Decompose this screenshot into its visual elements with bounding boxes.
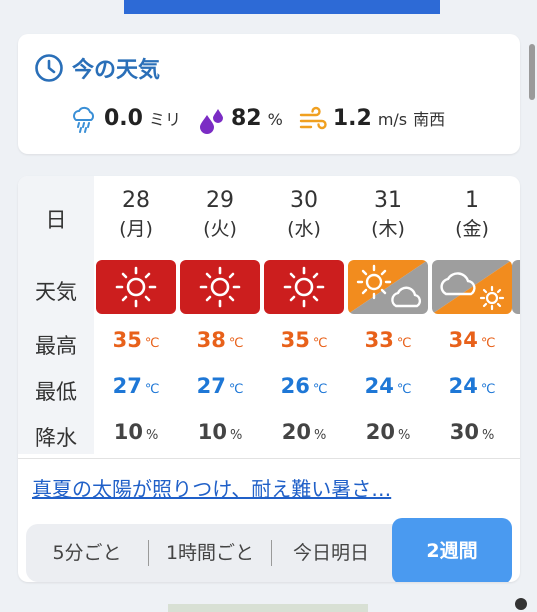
label-date: 日 bbox=[45, 208, 67, 232]
current-weather-stats: 0.0 ミリ 82 % 1.2 m/s 南西 bbox=[70, 106, 445, 134]
page-indicator-dot bbox=[515, 598, 527, 610]
day-date: 31 bbox=[374, 188, 402, 213]
sunny-icon bbox=[96, 260, 176, 314]
day-of-week: (金) bbox=[455, 218, 489, 240]
day-of-week: (水) bbox=[287, 218, 321, 240]
precip-chance: 10% bbox=[197, 420, 243, 444]
sunny-icon bbox=[180, 260, 260, 314]
precip-chance: 10% bbox=[113, 420, 159, 444]
high-temp: 35 ℃ bbox=[280, 328, 328, 352]
row-labels: 日 天気 最高 最低 降水 bbox=[18, 176, 94, 454]
scrollbar[interactable] bbox=[529, 44, 535, 100]
label-precip: 降水 bbox=[35, 426, 77, 450]
wind-direction: 南西 bbox=[413, 110, 446, 129]
day-of-week: (月) bbox=[119, 218, 153, 240]
tab-2weeks[interactable]: 2週間 bbox=[392, 518, 512, 582]
wind-icon bbox=[299, 106, 327, 130]
tab-hourly[interactable]: 1時間ごと bbox=[149, 524, 271, 582]
next-day-partial-icon bbox=[512, 260, 520, 314]
day-date: 28 bbox=[122, 188, 150, 213]
forecast-day[interactable]: 31 (木) 33 ℃ 24 ℃ 20% bbox=[346, 176, 430, 454]
humidity-unit: % bbox=[267, 110, 283, 129]
precip-chance: 30% bbox=[449, 420, 495, 444]
sunny-cloudy-icon bbox=[348, 260, 428, 314]
low-temp: 24 ℃ bbox=[364, 374, 412, 398]
cloudy-sunny-icon bbox=[432, 260, 512, 314]
weekly-forecast-card: 日 天気 最高 最低 降水 28 (月) 35 ℃ 27 ℃ 10% 29 (火… bbox=[18, 176, 520, 582]
current-weather-header: 今の天気 bbox=[34, 52, 160, 84]
forecast-day[interactable]: 28 (月) 35 ℃ 27 ℃ 10% bbox=[94, 176, 178, 454]
day-date: 1 bbox=[465, 188, 479, 213]
current-weather-title: 今の天気 bbox=[72, 58, 161, 83]
high-temp: 38 ℃ bbox=[196, 328, 244, 352]
current-weather-card: 今の天気 0.0 ミリ 82 % 1.2 m/s 南西 bbox=[18, 34, 520, 154]
clock-icon bbox=[35, 54, 63, 82]
rain-cloud-icon bbox=[73, 106, 94, 133]
next-card-edge bbox=[168, 604, 368, 612]
low-temp: 27 ℃ bbox=[112, 374, 160, 398]
high-temp: 35 ℃ bbox=[112, 328, 160, 352]
day-date: 29 bbox=[206, 188, 234, 213]
label-high: 最高 bbox=[35, 334, 77, 358]
wind-speed-unit: m/s bbox=[377, 110, 408, 129]
humidity-value: 82 bbox=[231, 106, 262, 131]
precip-chance: 20% bbox=[281, 420, 327, 444]
high-temp: 34 ℃ bbox=[448, 328, 496, 352]
wind-speed-value: 1.2 bbox=[332, 106, 372, 131]
label-weather: 天気 bbox=[35, 280, 77, 304]
low-temp: 26 ℃ bbox=[280, 374, 328, 398]
forecast-day[interactable]: 29 (火) 38 ℃ 27 ℃ 10% bbox=[178, 176, 262, 454]
forecast-day[interactable]: 1 (金) 34 ℃ 24 ℃ 30% bbox=[430, 176, 514, 454]
precip-value: 0.0 bbox=[104, 106, 143, 131]
precip-unit: ミリ bbox=[148, 110, 181, 129]
divider bbox=[18, 458, 520, 459]
sunny-icon bbox=[264, 260, 344, 314]
precip-chance: 20% bbox=[365, 420, 411, 444]
day-date: 30 bbox=[290, 188, 318, 213]
day-of-week: (火) bbox=[203, 218, 237, 240]
tab-5min[interactable]: 5分ごと bbox=[26, 524, 148, 582]
high-temp: 33 ℃ bbox=[364, 328, 412, 352]
low-temp: 24 ℃ bbox=[448, 374, 496, 398]
humidity-drops-icon bbox=[200, 109, 223, 134]
low-temp: 27 ℃ bbox=[196, 374, 244, 398]
tab-today-tomorrow[interactable]: 今日明日 bbox=[272, 524, 390, 582]
top-accent-bar bbox=[124, 0, 440, 14]
label-low: 最低 bbox=[35, 380, 77, 404]
forecast-range-tabs: 5分ごと 1時間ごと 今日明日 2週間 bbox=[26, 518, 512, 582]
forecast-headline-link[interactable]: 真夏の太陽が照りつけ、耐え難い暑さ… bbox=[32, 473, 391, 502]
day-of-week: (木) bbox=[371, 218, 405, 240]
forecast-day[interactable]: 30 (水) 35 ℃ 26 ℃ 20% bbox=[262, 176, 346, 454]
